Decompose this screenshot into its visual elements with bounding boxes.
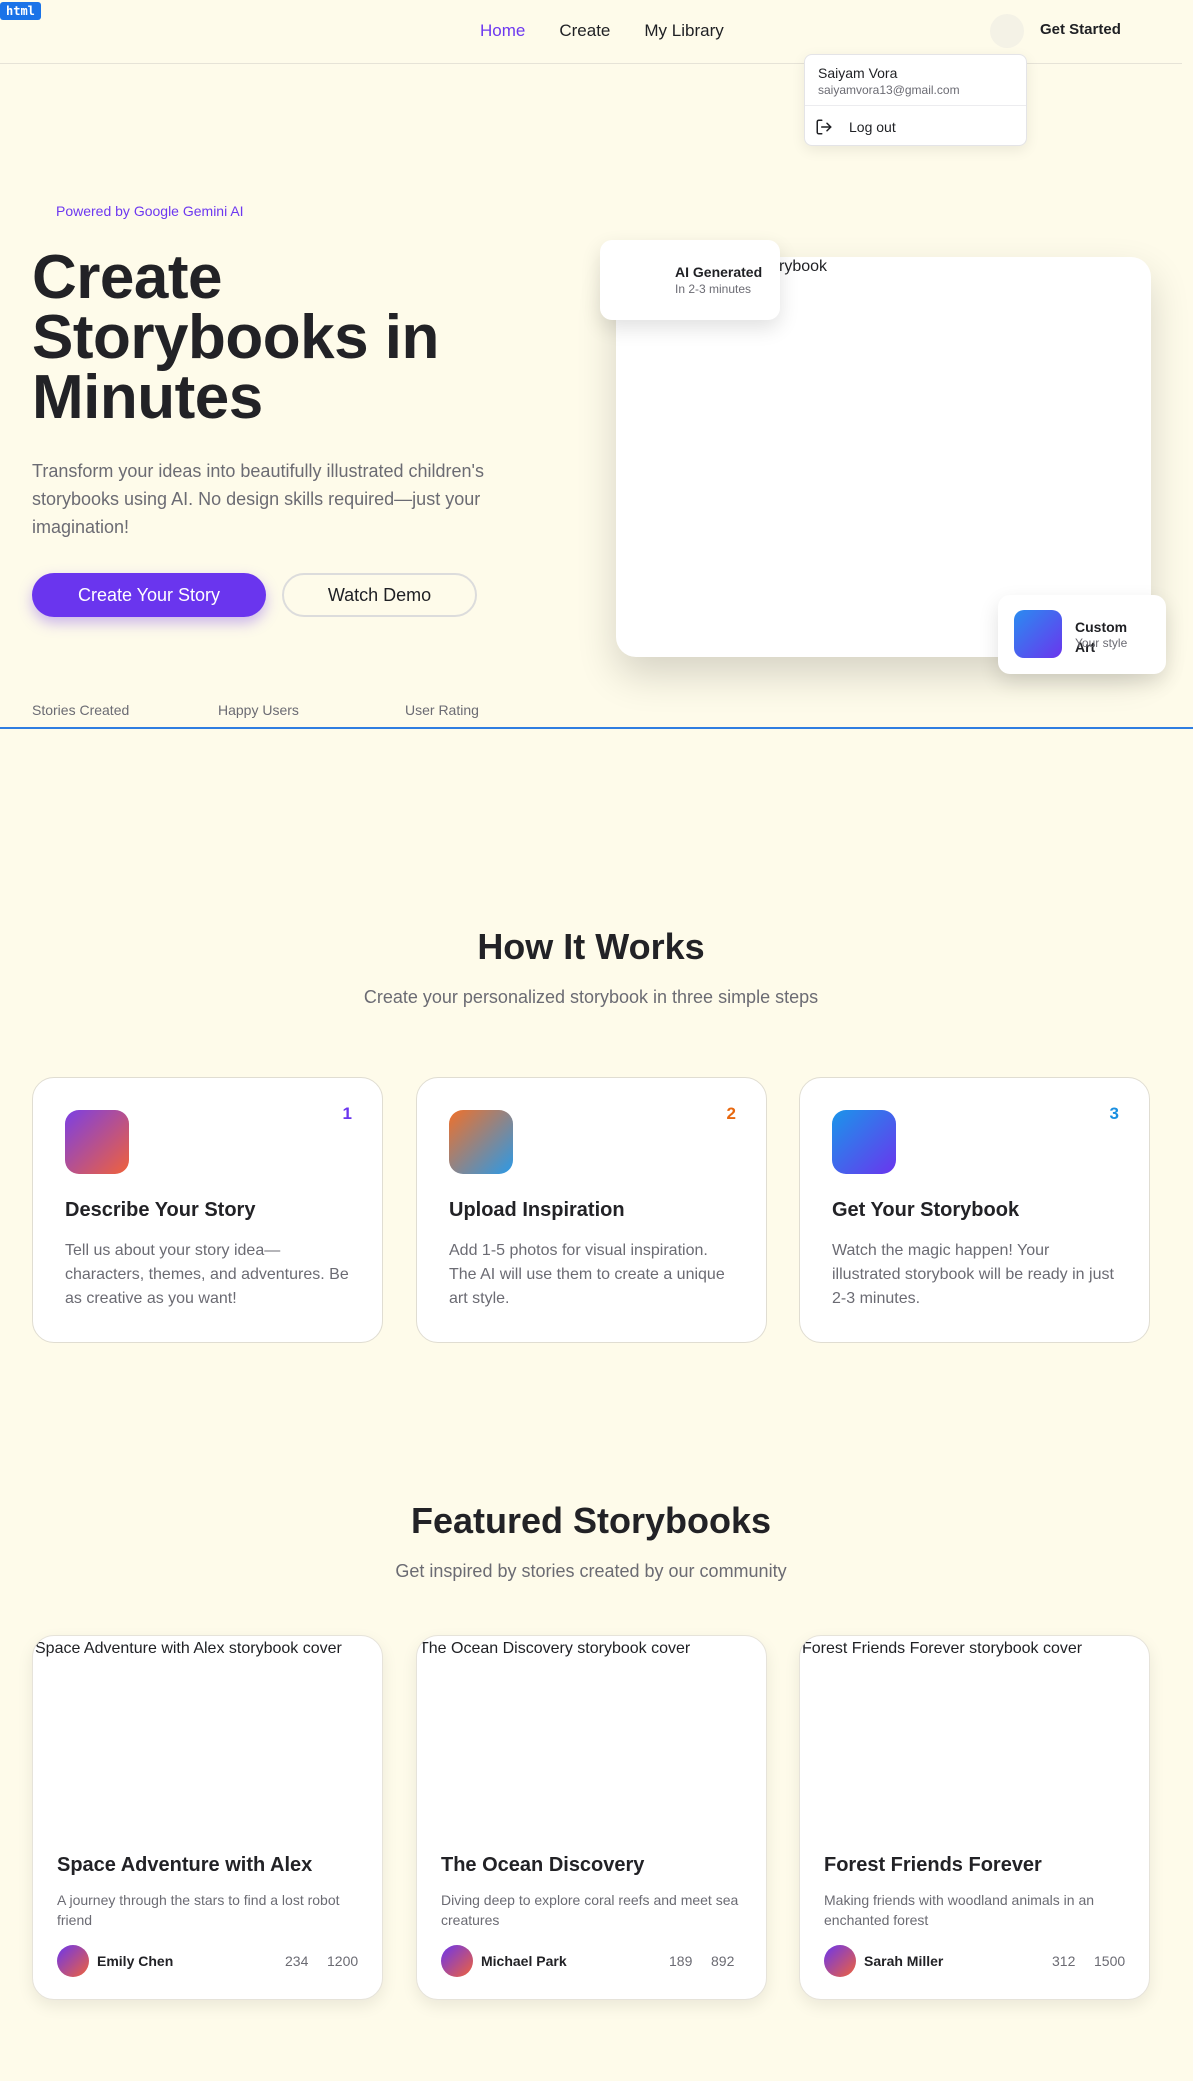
story-3-cover-image: Forest Friends Forever storybook cover [802,1640,1083,1657]
story-card-1[interactable]: Space Adventure with Alex storybook cove… [32,1635,383,2000]
story-3-author-avatar [824,1945,856,1977]
step-1-icon [65,1110,129,1174]
how-it-works-title: How It Works [477,926,705,967]
story-1-description: A journey through the stars to find a lo… [57,1892,340,1928]
stat-happy-users: Happy Users [218,702,299,718]
story-2-author-avatar [441,1945,473,1977]
story-1-title: Space Adventure with Alex [57,1854,313,1876]
section-divider [0,727,1193,729]
custom-art-subtitle: Your style [1075,636,1128,650]
story-1-views: 234 [285,1953,309,1969]
featured-title: Featured Storybooks [410,1500,772,1541]
how-it-works-subtitle: Create your personalized storybook in th… [363,987,819,1007]
user-name: Saiyam Vora [818,65,898,81]
custom-art-icon [1014,610,1062,658]
step-3-number: 3 [1109,1104,1119,1123]
nav-my-library[interactable]: My Library [644,21,723,41]
get-started-button[interactable]: Get Started [1040,21,1121,38]
logout-label: Log out [849,119,896,135]
storybook-preview-alt-text: rybook [779,258,828,275]
dropdown-divider [805,105,1026,106]
create-your-story-button[interactable]: Create Your Story [32,573,266,617]
story-3-title: Forest Friends Forever [824,1854,1042,1876]
story-1-author-avatar [57,1945,89,1977]
ai-generated-badge: AI Generated In 2-3 minutes [600,240,780,320]
story-3-likes: 1500 [1094,1953,1126,1969]
featured-subtitle: Get inspired by stories created by our c… [395,1561,787,1581]
powered-by-badge: Powered by Google Gemini AI [56,203,244,219]
step-3-description: Watch the magic happen! Your illustrated… [832,1242,1114,1307]
logout-icon [816,119,832,135]
user-dropdown-menu: Saiyam Vora saiyamvora13@gmail.com Log o… [804,54,1027,146]
hero-description: Transform your ideas into beautifully il… [32,461,484,537]
nav-home[interactable]: Home [480,21,525,41]
stat-user-rating: User Rating [405,702,479,718]
story-2-author: Michael Park [481,1953,567,1969]
step-2-description: Add 1-5 photos for visual inspiration. T… [449,1242,725,1307]
story-1-likes: 1200 [327,1953,359,1969]
step-3-title: Get Your Storybook [832,1199,1020,1221]
step-1-number: 1 [342,1104,352,1123]
story-2-title: The Ocean Discovery [441,1854,645,1876]
story-card-3[interactable]: Forest Friends Forever storybook cover F… [799,1635,1150,2000]
step-3-icon [832,1110,896,1174]
story-3-views: 312 [1052,1953,1076,1969]
ai-generated-subtitle: In 2-3 minutes [675,282,752,296]
custom-art-badge: Custom Art Your style [998,595,1166,674]
story-card-2[interactable]: The Ocean Discovery storybook cover The … [416,1635,767,2000]
story-1-author: Emily Chen [97,1953,174,1969]
ai-generated-title: AI Generated [675,264,763,280]
nav-create[interactable]: Create [559,21,610,41]
watch-demo-button[interactable]: Watch Demo [282,573,477,617]
step-2-number: 2 [726,1104,736,1123]
step-1-title: Describe Your Story [65,1199,256,1221]
story-2-views: 189 [669,1953,693,1969]
main-nav: Home Create My Library [480,21,724,41]
hero-title: Create Storybooks in Minutes [32,243,439,432]
story-2-cover-image: The Ocean Discovery storybook cover [419,1640,691,1657]
story-2-likes: 892 [711,1953,735,1969]
user-email: saiyamvora13@gmail.com [818,83,960,97]
logout-menu-item[interactable]: Log out [815,114,896,140]
step-card-2: 2 Upload Inspiration Add 1-5 photos for … [416,1077,767,1343]
story-1-cover-image: Space Adventure with Alex storybook cove… [35,1640,342,1657]
step-card-1: 1 Describe Your Story Tell us about your… [32,1077,383,1343]
step-1-description: Tell us about your story idea—characters… [65,1242,349,1307]
story-3-description: Making friends with woodland animals in … [824,1892,1095,1928]
step-2-title: Upload Inspiration [449,1199,625,1221]
user-avatar-button[interactable] [990,14,1024,48]
step-card-3: 3 Get Your Storybook Watch the magic hap… [799,1077,1150,1343]
story-3-author: Sarah Miller [864,1953,944,1969]
stat-stories-created: Stories Created [32,702,130,718]
story-2-description: Diving deep to explore coral reefs and m… [441,1892,739,1928]
step-2-icon [449,1110,513,1174]
